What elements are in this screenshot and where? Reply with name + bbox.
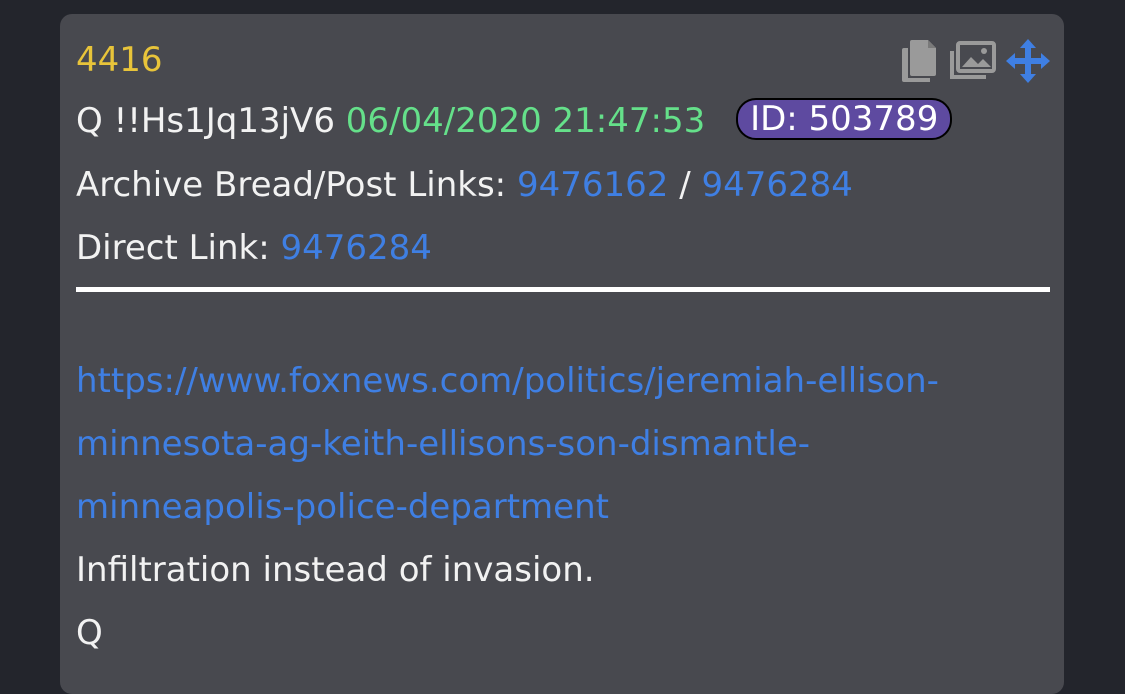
direct-link[interactable]: 9476284 <box>281 228 432 268</box>
direct-link-label: Direct Link: <box>76 228 270 268</box>
image-gallery-icon[interactable] <box>948 41 996 81</box>
post-number: 4416 <box>76 40 163 80</box>
post-timestamp: 06/04/2020 21:47:53 <box>345 101 706 141</box>
post-header: Q !!Hs1Jq13jV6 06/04/2020 21:47:53 ID: 5… <box>76 97 953 144</box>
poster-id-badge[interactable]: ID: 503789 <box>736 97 953 140</box>
article-link-line: minnesota-ag-keith-ellisons-son-dismantl… <box>76 424 811 464</box>
archive-links-row: Archive Bread/Post Links: 9476162 / 9476… <box>76 164 853 206</box>
article-link-line: minneapolis-police-department <box>76 487 609 527</box>
post-card: 4416 Q !!Hs1Jq13jV6 06/04/2020 21:47:53 … <box>60 14 1064 694</box>
article-link-line: https://www.foxnews.com/politics/jeremia… <box>76 361 939 401</box>
post-body: https://www.foxnews.com/politics/jeremia… <box>76 350 1051 665</box>
post-message: Infiltration instead of invasion. <box>76 550 595 590</box>
archive-separator: / <box>679 165 691 205</box>
post-toolbar <box>900 38 1050 84</box>
archive-bread-link[interactable]: 9476162 <box>517 165 668 205</box>
copy-icon[interactable] <box>900 38 938 84</box>
direct-link-row: Direct Link: 9476284 <box>76 227 432 269</box>
archive-post-link[interactable]: 9476284 <box>701 165 852 205</box>
article-link[interactable]: https://www.foxnews.com/politics/jeremia… <box>76 350 1051 539</box>
move-icon[interactable] <box>1006 39 1050 83</box>
divider <box>76 287 1050 292</box>
post-author: Q !!Hs1Jq13jV6 <box>76 101 335 141</box>
archive-label: Archive Bread/Post Links: <box>76 165 507 205</box>
post-signature: Q <box>76 613 103 653</box>
